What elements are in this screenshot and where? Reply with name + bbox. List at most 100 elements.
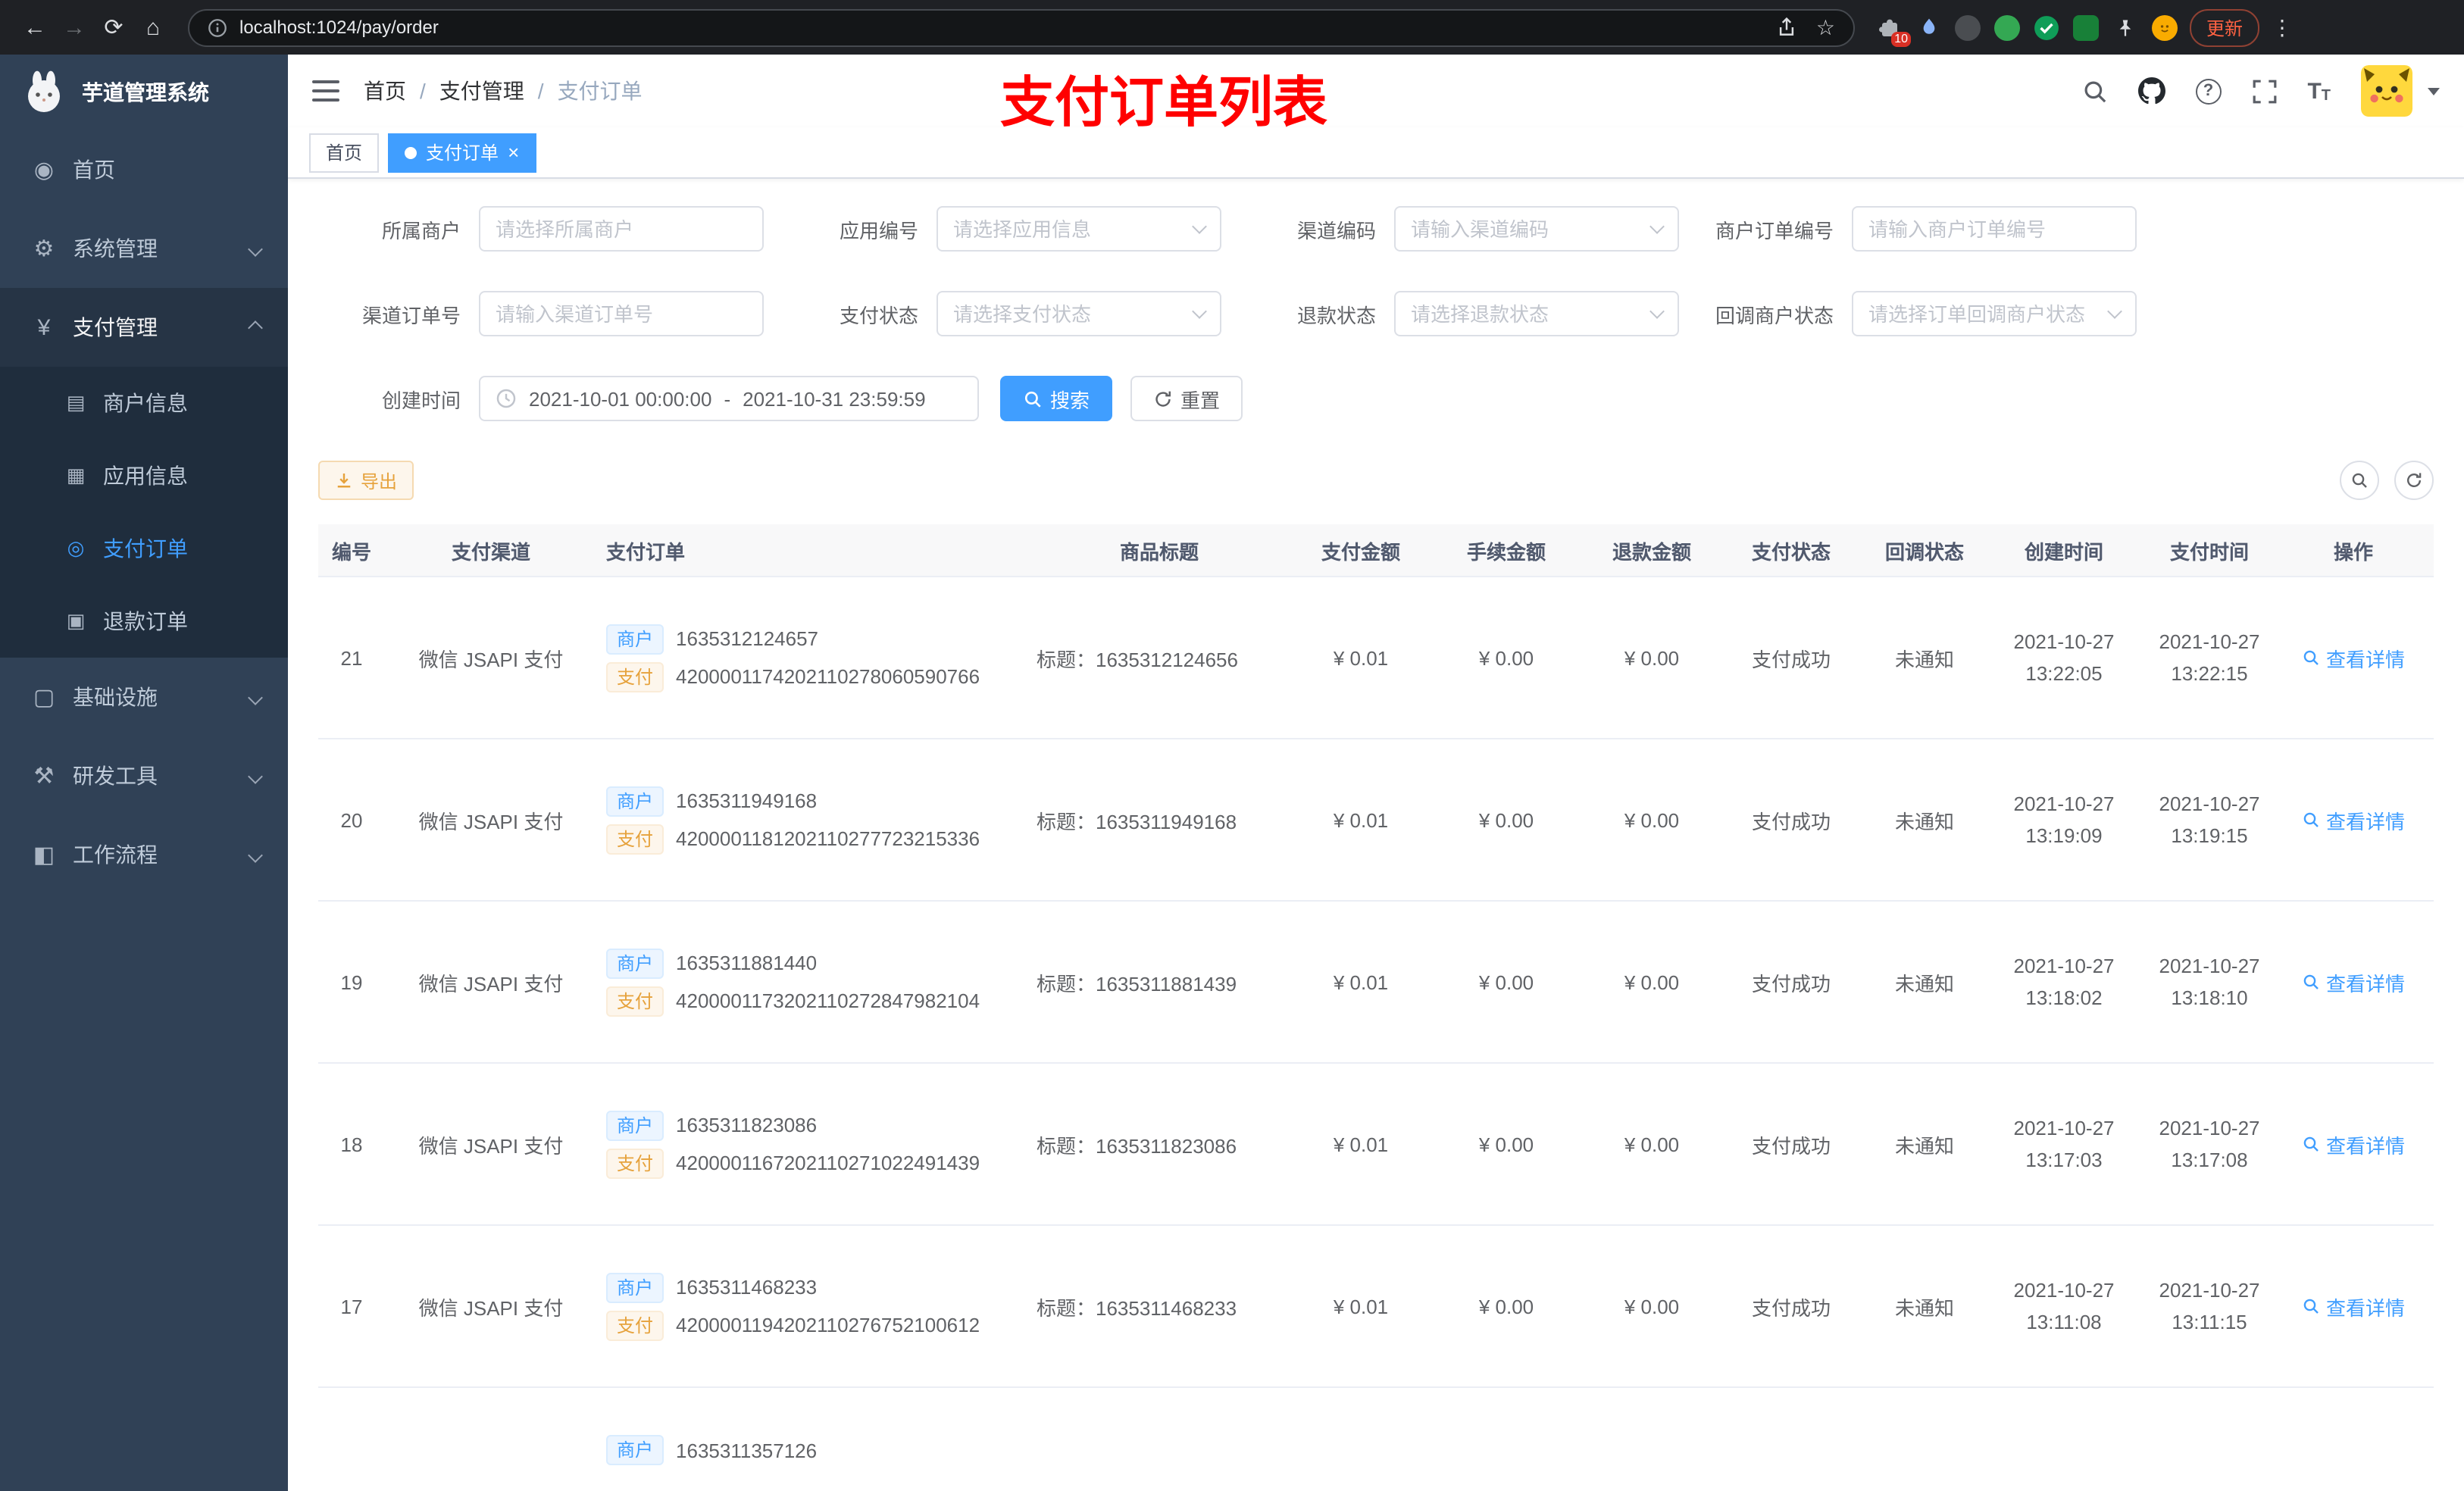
pin-extension-icon[interactable] bbox=[2112, 14, 2138, 40]
monitor-icon: ▢ bbox=[33, 685, 55, 711]
create-time-range-picker[interactable]: 2021-10-01 00:00:00 - 2021-10-31 23:59:5… bbox=[479, 376, 979, 421]
tab-home[interactable]: 首页 bbox=[309, 133, 380, 172]
browser-menu-kebab-icon[interactable]: ⋮ bbox=[2272, 14, 2293, 40]
pay-channel: 微信 JSAPI 支付 bbox=[418, 648, 564, 670]
reset-button[interactable]: 重置 bbox=[1130, 376, 1243, 421]
close-icon[interactable]: × bbox=[508, 142, 519, 162]
sidebar-item-infrastructure[interactable]: ▢ 基础设施 bbox=[0, 658, 288, 736]
fee-amount: ¥ 0.00 bbox=[1478, 971, 1534, 993]
pay-order-no: 4200001194202110276752100612 bbox=[676, 1314, 980, 1336]
font-size-icon[interactable]: TT bbox=[2307, 78, 2331, 104]
create-time-cell: 2021-10-27 13:22:05 bbox=[2013, 630, 2115, 685]
sidebar-subitem-refund-order[interactable]: ▣ 退款订单 bbox=[0, 585, 288, 658]
url-bar[interactable]: localhost:1024/pay/order ☆ bbox=[188, 8, 1855, 46]
avatar-extension-icon[interactable] bbox=[2152, 14, 2178, 40]
chevron-down-icon bbox=[248, 689, 263, 705]
date-separator: - bbox=[724, 387, 731, 410]
toggle-search-button[interactable] bbox=[2340, 461, 2379, 500]
action-cell: 查看详情 bbox=[2282, 805, 2425, 834]
sidebar-subitem-merchant-info[interactable]: ▤ 商户信息 bbox=[0, 367, 288, 439]
pay-status: 支付成功 bbox=[1751, 810, 1831, 833]
create-time-cell: 2021-10-27 13:18:02 bbox=[2013, 954, 2115, 1009]
home-button[interactable]: ⌂ bbox=[133, 8, 173, 47]
puzzle-extension-icon[interactable]: 10 bbox=[1876, 14, 1911, 46]
gray-extension-icon[interactable] bbox=[1955, 14, 1981, 40]
notify-status-select[interactable] bbox=[1852, 291, 2137, 336]
share-icon[interactable] bbox=[1777, 17, 1798, 38]
search-icon[interactable] bbox=[2081, 78, 2107, 104]
view-detail-link[interactable]: 查看详情 bbox=[2302, 1292, 2405, 1321]
hamburger-icon[interactable] bbox=[312, 80, 339, 102]
bookmark-star-icon[interactable]: ☆ bbox=[1816, 14, 1835, 40]
user-avatar[interactable] bbox=[2361, 65, 2412, 117]
square-extension-icon[interactable] bbox=[2073, 14, 2099, 40]
fee-amount: ¥ 0.00 bbox=[1478, 646, 1534, 669]
fee-amount: ¥ 0.00 bbox=[1478, 808, 1534, 831]
help-icon[interactable]: ? bbox=[2195, 78, 2222, 104]
tool-icon: ⚒ bbox=[33, 764, 55, 789]
drop-extension-icon[interactable] bbox=[1915, 14, 1941, 40]
sidebar-item-workflow[interactable]: ◧ 工作流程 bbox=[0, 815, 288, 894]
channel-code-select[interactable] bbox=[1394, 206, 1679, 252]
update-button[interactable]: 更新 bbox=[2190, 8, 2260, 46]
refund-status-select[interactable] bbox=[1394, 291, 1679, 336]
view-detail-link[interactable]: 查看详情 bbox=[2302, 643, 2405, 672]
back-button[interactable]: ← bbox=[15, 8, 55, 47]
sidebar-item-pay[interactable]: ¥ 支付管理 bbox=[0, 288, 288, 367]
magnifier-icon bbox=[2303, 974, 2319, 989]
channel-order-no-input[interactable] bbox=[479, 291, 764, 336]
green-extension-icon[interactable] bbox=[1994, 14, 2020, 40]
sidebar-item-system[interactable]: ⚙ 系统管理 bbox=[0, 209, 288, 288]
site-info-icon[interactable] bbox=[208, 17, 227, 37]
github-icon[interactable] bbox=[2137, 77, 2165, 105]
pay-channel: 微信 JSAPI 支付 bbox=[418, 1296, 564, 1319]
sidebar-item-devtools[interactable]: ⚒ 研发工具 bbox=[0, 736, 288, 815]
refund-amount: ¥ 0.00 bbox=[1624, 971, 1680, 993]
pay-status-select[interactable] bbox=[937, 291, 1221, 336]
table-row: 18 微信 JSAPI 支付 商户 1635311823086 支付 42000… bbox=[318, 1064, 2434, 1226]
breadcrumb-home[interactable]: 首页 bbox=[364, 76, 406, 106]
action-cell: 查看详情 bbox=[2282, 643, 2425, 672]
sidebar-item-home[interactable]: ◉ 首页 bbox=[0, 130, 288, 209]
merchant-select[interactable] bbox=[479, 206, 764, 252]
filter-label: 支付状态 bbox=[839, 304, 918, 327]
fullscreen-icon[interactable] bbox=[2251, 78, 2277, 104]
view-detail-link[interactable]: 查看详情 bbox=[2302, 1130, 2405, 1158]
sidebar-subitem-pay-order[interactable]: ◎ 支付订单 bbox=[0, 512, 288, 585]
order-id: 21 bbox=[340, 646, 363, 669]
order-id: 19 bbox=[340, 971, 363, 993]
app-select[interactable] bbox=[937, 206, 1221, 252]
filter-row-3: 创建时间 2021-10-01 00:00:00 - 2021-10-31 23… bbox=[339, 376, 2434, 421]
check-extension-icon[interactable] bbox=[2034, 14, 2059, 40]
avatar-caret-down-icon[interactable] bbox=[2428, 87, 2440, 95]
tags-view-bar: 首页 支付订单 × bbox=[288, 127, 2464, 179]
filter-row-2: 渠道订单号 支付状态 退款状态 回调商户状态 bbox=[339, 291, 2434, 336]
pay-amount: ¥ 0.01 bbox=[1333, 971, 1389, 993]
export-button[interactable]: 导出 bbox=[318, 461, 414, 500]
sidebar: 芋道管理系统 ◉ 首页 ⚙ 系统管理 ¥ 支付管理 ▤ 商户信息 ▦ 应用信息 … bbox=[0, 55, 288, 1491]
view-detail-link[interactable]: 查看详情 bbox=[2302, 967, 2405, 996]
action-cell: 查看详情 bbox=[2282, 1130, 2425, 1158]
filter-label: 应用编号 bbox=[839, 219, 918, 242]
search-button[interactable]: 搜索 bbox=[1000, 376, 1113, 421]
merchant-order-no-input[interactable] bbox=[1852, 206, 2137, 252]
refund-amount: ¥ 0.00 bbox=[1624, 1295, 1680, 1318]
reload-button[interactable]: ⟳ bbox=[94, 8, 133, 47]
notify-status: 未通知 bbox=[1894, 648, 1954, 670]
filter-label: 创建时间 bbox=[381, 389, 461, 411]
product-title: 标题：1635311468233 bbox=[1037, 1296, 1237, 1319]
tab-pay-order[interactable]: 支付订单 × bbox=[388, 133, 536, 172]
target-icon: ◎ bbox=[67, 536, 85, 559]
forward-button[interactable]: → bbox=[55, 8, 94, 47]
pay-order-no: 4200001167202110271022491439 bbox=[676, 1152, 980, 1174]
magnifier-icon bbox=[2303, 650, 2319, 665]
view-detail-link[interactable]: 查看详情 bbox=[2302, 805, 2405, 834]
page-content: 所属商户 应用编号 渠道编码 商户订单编号 bbox=[288, 179, 2464, 1491]
notify-status: 未通知 bbox=[1894, 1296, 1954, 1319]
fee-amount: ¥ 0.00 bbox=[1478, 1295, 1534, 1318]
logo-rabbit-avatar bbox=[28, 70, 60, 112]
sidebar-subitem-app-info[interactable]: ▦ 应用信息 bbox=[0, 439, 288, 512]
refresh-table-button[interactable] bbox=[2394, 461, 2434, 500]
breadcrumb-pay[interactable]: 支付管理 bbox=[439, 76, 524, 106]
magnifier-icon bbox=[2303, 1136, 2319, 1152]
